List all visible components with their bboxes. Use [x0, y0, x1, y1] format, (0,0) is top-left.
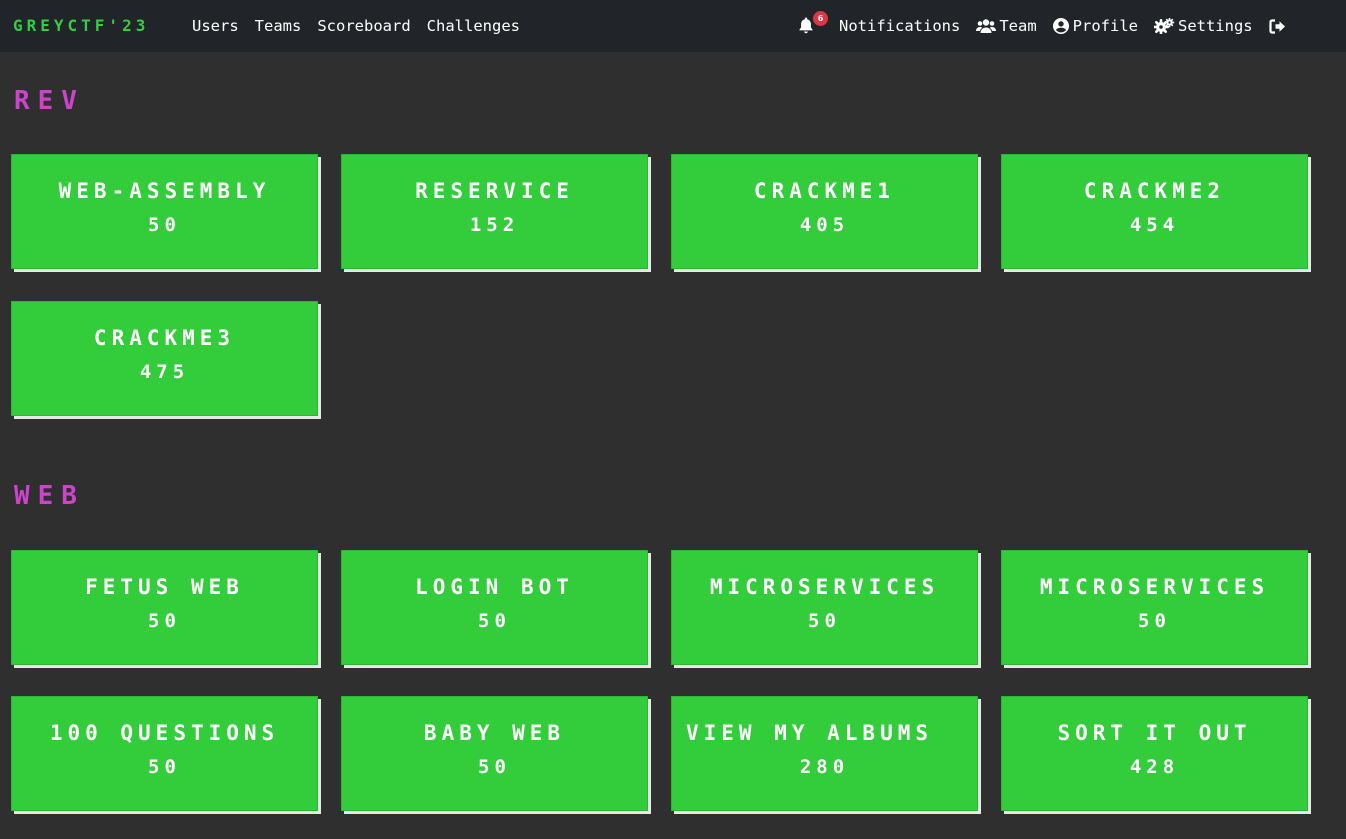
- nav-links: Users Teams Scoreboard Challenges: [192, 0, 520, 52]
- team-link[interactable]: Team: [976, 0, 1037, 52]
- challenge-points: 152: [469, 214, 520, 236]
- profile-label: Profile: [1072, 17, 1138, 35]
- nav-right: 6 Notifications Team Profile Settings: [798, 0, 1286, 52]
- challenge-points: 50: [1138, 610, 1171, 632]
- category-title-web: WEB: [14, 481, 85, 511]
- navbar: GREYCTF'23 Users Teams Scoreboard Challe…: [0, 0, 1346, 52]
- challenge-name: MICROSERVICES: [709, 575, 940, 599]
- challenge-points: 50: [808, 610, 841, 632]
- challenge-name: VIEW MY ALBUMS: [686, 721, 934, 745]
- challenge-points: 50: [478, 610, 511, 632]
- nav-link-scoreboard[interactable]: Scoreboard: [317, 0, 410, 52]
- challenge-name: BABY WEB: [423, 721, 566, 745]
- challenge-name: MICROSERVICES: [1039, 575, 1270, 599]
- challenge-name: CRACKME1: [753, 179, 896, 203]
- challenge-button-fetus-web[interactable]: FETUS WEB 50: [11, 550, 318, 665]
- challenge-points: 454: [1129, 214, 1180, 236]
- brand-logo[interactable]: GREYCTF'23: [13, 0, 149, 52]
- challenge-button-login-bot[interactable]: LOGIN BOT 50: [341, 550, 648, 665]
- challenge-button-view-my-albums[interactable]: VIEW MY ALBUMS 280: [671, 696, 978, 811]
- challenge-points: 280: [799, 756, 850, 778]
- notifications-label: Notifications: [839, 17, 961, 35]
- cogs-icon: [1153, 18, 1175, 34]
- challenge-name: CRACKME3: [93, 326, 236, 350]
- challenge-button-crackme3[interactable]: CRACKME3 475: [11, 301, 318, 416]
- challenge-name: SORT IT OUT: [1057, 721, 1252, 745]
- nav-link-teams[interactable]: Teams: [255, 0, 302, 52]
- challenge-points: 405: [799, 214, 850, 236]
- profile-link[interactable]: Profile: [1052, 0, 1138, 52]
- challenge-button-microservices-2[interactable]: MICROSERVICES 50: [1001, 550, 1308, 665]
- challenge-points: 428: [1129, 756, 1180, 778]
- challenge-points: 50: [478, 756, 511, 778]
- challenge-button-microservices[interactable]: MICROSERVICES 50: [671, 550, 978, 665]
- users-icon: [976, 18, 997, 34]
- sign-out-icon: [1269, 18, 1286, 34]
- nav-link-challenges[interactable]: Challenges: [427, 0, 520, 52]
- challenge-button-reservice[interactable]: RESERVICE 152: [341, 154, 648, 269]
- logout-link[interactable]: [1269, 0, 1286, 52]
- nav-link-users[interactable]: Users: [192, 0, 239, 52]
- challenge-name: RESERVICE: [415, 179, 574, 203]
- challenge-points: 50: [148, 756, 181, 778]
- challenge-points: 475: [139, 361, 190, 383]
- challenge-points: 50: [148, 610, 181, 632]
- challenge-points: 50: [148, 214, 181, 236]
- notification-count-badge: 6: [813, 11, 828, 26]
- category-title-rev: REV: [14, 86, 85, 116]
- team-label: Team: [999, 17, 1037, 35]
- challenge-name: LOGIN BOT: [415, 575, 574, 599]
- challenge-button-baby-web[interactable]: BABY WEB 50: [341, 696, 648, 811]
- settings-label: Settings: [1177, 17, 1253, 35]
- bell-icon: 6: [798, 11, 828, 35]
- challenge-name: CRACKME2: [1083, 179, 1226, 203]
- challenge-button-sort-it-out[interactable]: SORT IT OUT 428: [1001, 696, 1308, 811]
- challenge-button-crackme2[interactable]: CRACKME2 454: [1001, 154, 1308, 269]
- settings-link[interactable]: Settings: [1153, 0, 1253, 52]
- challenge-button-crackme1[interactable]: CRACKME1 405: [671, 154, 978, 269]
- challenge-name: 100 QUESTIONS: [49, 721, 280, 745]
- challenge-name: WEB-ASSEMBLY: [58, 179, 271, 203]
- challenge-button-100-questions[interactable]: 100 QUESTIONS 50: [11, 696, 318, 811]
- user-circle-icon: [1052, 18, 1069, 34]
- challenge-button-web-assembly[interactable]: WEB-ASSEMBLY 50: [11, 154, 318, 269]
- notifications-link[interactable]: 6 Notifications: [798, 0, 960, 52]
- challenge-name: FETUS WEB: [85, 575, 244, 599]
